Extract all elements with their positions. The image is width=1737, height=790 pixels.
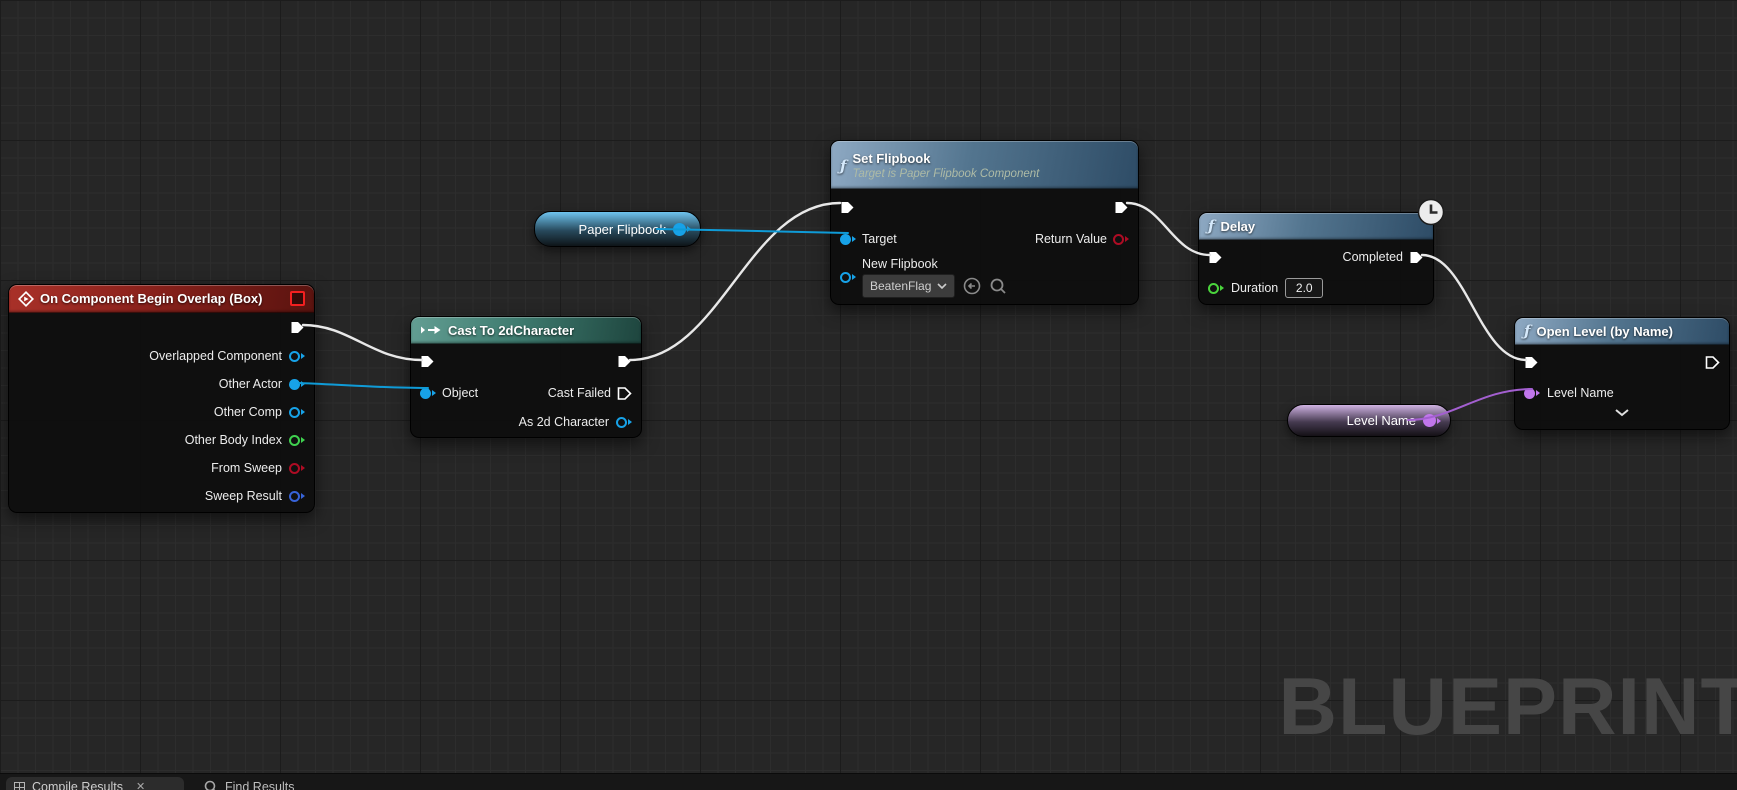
- pin-row: Other Comp: [9, 398, 314, 426]
- node-on-component-begin-overlap[interactable]: On Component Begin Overlap (Box) Overlap…: [8, 284, 315, 513]
- function-icon: ƒ: [840, 159, 846, 174]
- other-actor-pin[interactable]: [289, 379, 305, 390]
- pin-label: Level Name: [1547, 386, 1614, 400]
- tab-compile-results[interactable]: Compile Results ✕: [6, 777, 184, 790]
- level-name-pin[interactable]: [1524, 388, 1540, 399]
- return-value-pin[interactable]: [1113, 234, 1129, 245]
- pin-label: Target: [862, 232, 897, 246]
- exec-in-pin[interactable]: [840, 200, 855, 215]
- search-icon: [204, 780, 218, 790]
- compile-results-icon: [14, 782, 25, 790]
- pin-label: Other Body Index: [185, 433, 282, 447]
- exec-in-pin[interactable]: [420, 354, 435, 369]
- pin-label: Completed: [1343, 250, 1403, 264]
- function-icon: ƒ: [1208, 219, 1214, 234]
- set-flipbook-header[interactable]: ƒ Set Flipbook Target is Paper Flipbook …: [831, 141, 1138, 189]
- blueprint-watermark: BLUEPRINT: [1279, 667, 1737, 748]
- other-body-index-pin[interactable]: [289, 435, 305, 446]
- duration-pin[interactable]: [1208, 283, 1224, 294]
- find-tab-label: Find Results: [225, 780, 294, 790]
- target-pin[interactable]: [840, 234, 856, 245]
- event-icon: [18, 291, 34, 307]
- from-sweep-pin[interactable]: [289, 463, 305, 474]
- browse-asset-icon[interactable]: [989, 277, 1007, 295]
- new-flipbook-pin[interactable]: [840, 272, 856, 283]
- compile-tab-label: Compile Results: [32, 780, 123, 790]
- event-node-title: On Component Begin Overlap (Box): [40, 291, 262, 306]
- exec-wire-delay-to-openlevel[interactable]: [1422, 255, 1526, 360]
- node-cast-to-2dcharacter[interactable]: Cast To 2dCharacter Object Cast Failed A…: [410, 316, 642, 438]
- other-comp-pin[interactable]: [289, 407, 305, 418]
- function-icon: ƒ: [1524, 324, 1530, 339]
- cast-node-header[interactable]: Cast To 2dCharacter: [411, 317, 641, 344]
- exec-out-pin[interactable]: [290, 320, 305, 335]
- delay-header[interactable]: ƒ Delay: [1199, 213, 1433, 240]
- as-2d-character-pin[interactable]: [616, 417, 632, 428]
- pin-label: New Flipbook: [862, 257, 1007, 271]
- node-set-flipbook[interactable]: ƒ Set Flipbook Target is Paper Flipbook …: [830, 140, 1139, 305]
- data-wire-otheractor-to-object[interactable]: [299, 383, 428, 388]
- completed-exec-pin[interactable]: [1409, 250, 1424, 265]
- pin-label: Duration: [1231, 281, 1278, 295]
- pin-label: Sweep Result: [205, 489, 282, 503]
- flipbook-asset-value: BeatenFlag: [870, 279, 931, 293]
- variable-paper-flipbook[interactable]: Paper Flipbook: [534, 211, 701, 247]
- pin-label: Other Comp: [214, 405, 282, 419]
- paper-flipbook-out-pin[interactable]: [673, 223, 691, 236]
- event-node-header[interactable]: On Component Begin Overlap (Box): [9, 285, 314, 313]
- chevron-down-icon: [937, 283, 947, 289]
- pin-label: From Sweep: [211, 461, 282, 475]
- close-icon[interactable]: ✕: [136, 780, 145, 790]
- object-pin[interactable]: [420, 388, 436, 399]
- bottom-panel-bar: Compile Results ✕ Find Results: [0, 773, 1737, 790]
- tab-find-results[interactable]: Find Results: [204, 780, 294, 790]
- exec-out-pin[interactable]: [1114, 200, 1129, 215]
- bound-component-icon: [290, 291, 305, 306]
- pin-label: Other Actor: [219, 377, 282, 391]
- latent-clock-icon: [1417, 198, 1445, 226]
- use-selected-asset-icon[interactable]: [963, 277, 981, 295]
- duration-value-input[interactable]: 2.0: [1285, 278, 1323, 298]
- pin-row: Sweep Result: [9, 482, 314, 510]
- exec-wire-event-to-cast[interactable]: [303, 325, 422, 360]
- pin-label: Cast Failed: [548, 386, 611, 400]
- node-delay[interactable]: ƒ Delay Completed Duration 2.0: [1198, 212, 1434, 305]
- cast-failed-exec-pin[interactable]: [617, 386, 632, 401]
- pin-row: Other Actor: [9, 370, 314, 398]
- variable-label: Paper Flipbook: [579, 222, 666, 237]
- set-flipbook-subtitle: Target is Paper Flipbook Component: [852, 167, 1039, 181]
- variable-label: Level Name: [1347, 413, 1416, 428]
- open-level-title: Open Level (by Name): [1536, 324, 1673, 339]
- pin-label: As 2d Character: [519, 415, 609, 429]
- flipbook-asset-dropdown[interactable]: BeatenFlag: [862, 274, 955, 298]
- exec-in-pin[interactable]: [1208, 250, 1223, 265]
- pin-row: Overlapped Component: [9, 342, 314, 370]
- pin-label: Return Value: [1035, 232, 1107, 246]
- open-level-header[interactable]: ƒ Open Level (by Name): [1515, 318, 1729, 345]
- exec-out-pin[interactable]: [617, 354, 632, 369]
- level-name-out-pin[interactable]: [1423, 414, 1441, 427]
- blueprint-graph-canvas[interactable]: On Component Begin Overlap (Box) Overlap…: [0, 0, 1737, 790]
- cast-icon: [420, 324, 442, 336]
- cast-node-title: Cast To 2dCharacter: [448, 323, 574, 338]
- expand-advanced-pins-icon[interactable]: [1614, 408, 1630, 417]
- set-flipbook-title: Set Flipbook: [852, 151, 1039, 167]
- overlapped-component-pin[interactable]: [289, 351, 305, 362]
- node-open-level[interactable]: ƒ Open Level (by Name) Level Name: [1514, 317, 1730, 430]
- delay-title: Delay: [1220, 219, 1255, 234]
- exec-in-pin[interactable]: [1524, 355, 1539, 370]
- exec-out-pin[interactable]: [1705, 355, 1720, 370]
- sweep-result-pin[interactable]: [289, 491, 305, 502]
- pin-row: From Sweep: [9, 454, 314, 482]
- pin-label: Object: [442, 386, 478, 400]
- pin-label: Overlapped Component: [149, 349, 282, 363]
- variable-level-name[interactable]: Level Name: [1287, 404, 1451, 437]
- pin-row: Other Body Index: [9, 426, 314, 454]
